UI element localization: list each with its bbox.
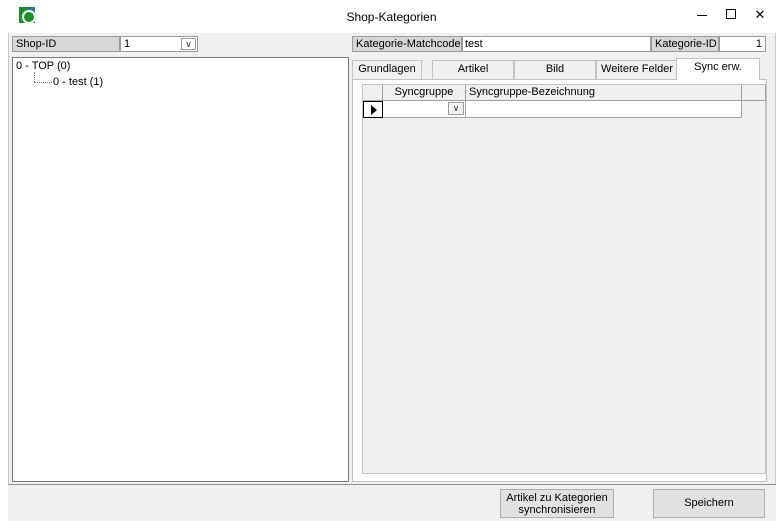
minimize-icon <box>697 15 707 16</box>
matchcode-label: Kategorie-Matchcode <box>352 36 462 52</box>
row-selector[interactable] <box>363 101 383 118</box>
grid-corner <box>363 85 383 101</box>
tree-node-root[interactable]: 0 - TOP (0) <box>16 60 70 72</box>
category-tree[interactable]: 0 - TOP (0) 0 - test (1) <box>12 57 349 482</box>
shop-id-label: Shop-ID <box>12 36 120 52</box>
row-pointer-icon <box>371 105 377 115</box>
shop-id-select[interactable]: 1 ∨ <box>120 36 198 52</box>
tab-weitere-felder[interactable]: Weitere Felder <box>596 60 678 79</box>
chevron-down-icon[interactable]: ∨ <box>448 102 464 115</box>
tab-grundlagen[interactable]: Grundlagen <box>352 60 422 79</box>
syncgruppe-cell[interactable]: ∨ <box>383 101 466 118</box>
category-id-field[interactable]: 1 <box>719 36 766 52</box>
tab-strip: Grundlagen Artikel Bild Weitere Felder S… <box>352 58 767 80</box>
syncgruppe-bezeichnung-cell[interactable] <box>466 101 742 118</box>
column-header-syncgruppe[interactable]: Syncgruppe <box>383 85 466 101</box>
tab-bild[interactable]: Bild <box>514 60 596 79</box>
column-header-syncgruppe-bezeichnung[interactable]: Syncgruppe-Bezeichnung <box>466 85 742 101</box>
chevron-down-icon[interactable]: ∨ <box>181 38 196 50</box>
shop-id-value: 1 <box>124 38 131 50</box>
sync-articles-button[interactable]: Artikel zu Kategorien synchronisieren <box>500 489 614 518</box>
close-button[interactable]: ✕ <box>743 3 777 27</box>
column-header-filler <box>742 85 766 101</box>
sync-button-line2: synchronisieren <box>518 504 596 516</box>
title-bar: Shop-Kategorien ✕ <box>0 0 783 33</box>
save-button[interactable]: Speichern <box>653 489 765 518</box>
tab-sync-erw[interactable]: Sync erw. <box>676 58 760 80</box>
sync-group-grid[interactable]: Syncgruppe Syncgruppe-Bezeichnung ∨ <box>362 84 766 474</box>
tree-connector-line <box>34 72 35 82</box>
matchcode-field[interactable]: test <box>462 36 651 52</box>
category-id-label: Kategorie-ID <box>651 36 719 52</box>
maximize-icon <box>726 9 736 19</box>
window-title: Shop-Kategorien <box>346 10 437 24</box>
tree-node-test[interactable]: 0 - test (1) <box>53 76 103 88</box>
tree-connector-line <box>34 82 52 83</box>
sync-button-line1: Artikel zu Kategorien <box>506 492 608 504</box>
tab-artikel[interactable]: Artikel <box>432 60 514 79</box>
